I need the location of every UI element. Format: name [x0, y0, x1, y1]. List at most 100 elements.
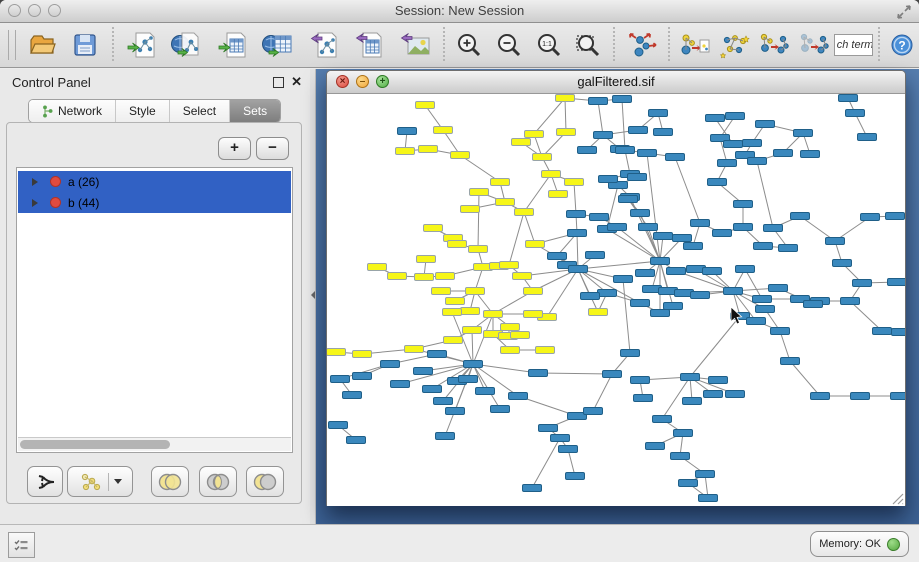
- graph-node[interactable]: [524, 288, 543, 295]
- graph-node[interactable]: [764, 225, 783, 232]
- graph-node[interactable]: [646, 443, 665, 450]
- graph-node[interactable]: [634, 395, 653, 402]
- graph-node[interactable]: [631, 210, 650, 217]
- zoom-out-button[interactable]: [489, 25, 529, 65]
- graph-node[interactable]: [839, 95, 858, 102]
- graph-node[interactable]: [396, 148, 415, 155]
- graph-node[interactable]: [858, 134, 877, 141]
- tab-select[interactable]: Select: [170, 100, 230, 122]
- graph-edge[interactable]: [623, 279, 630, 353]
- graph-node[interactable]: [331, 376, 350, 383]
- graph-node[interactable]: [801, 151, 820, 158]
- graph-edge[interactable]: [578, 261, 660, 269]
- graph-node[interactable]: [691, 292, 710, 299]
- fullscreen-icon[interactable]: [895, 3, 913, 21]
- graph-node[interactable]: [743, 140, 762, 147]
- graph-node[interactable]: [496, 199, 515, 206]
- graph-node[interactable]: [846, 110, 865, 117]
- graph-node[interactable]: [432, 288, 451, 295]
- graph-node[interactable]: [747, 318, 766, 325]
- apply-layout-button[interactable]: [620, 25, 664, 65]
- graph-node[interactable]: [631, 377, 650, 384]
- graph-node[interactable]: [443, 309, 462, 316]
- zoom-actual-size-button[interactable]: 1:1: [529, 25, 569, 65]
- graph-node[interactable]: [451, 152, 470, 159]
- graph-edge[interactable]: [568, 449, 575, 476]
- save-session-button[interactable]: [63, 25, 107, 65]
- graph-node[interactable]: [833, 260, 852, 267]
- graph-node[interactable]: [542, 171, 561, 178]
- graph-node[interactable]: [598, 290, 617, 297]
- graph-node[interactable]: [391, 381, 410, 388]
- network-view-window[interactable]: × – + galFiltered.sif: [326, 70, 906, 506]
- graph-node[interactable]: [681, 374, 700, 381]
- graph-edge[interactable]: [565, 98, 566, 132]
- graph-node[interactable]: [416, 102, 435, 109]
- graph-node[interactable]: [873, 328, 892, 335]
- graph-node[interactable]: [428, 351, 447, 358]
- graph-node[interactable]: [696, 471, 715, 478]
- graph-node[interactable]: [713, 230, 732, 237]
- graph-node[interactable]: [774, 150, 793, 157]
- graph-node[interactable]: [466, 288, 485, 295]
- new-network-from-selected-edges-button[interactable]: [794, 25, 834, 65]
- graph-node[interactable]: [619, 196, 638, 203]
- network-window-titlebar[interactable]: × – + galFiltered.sif: [327, 71, 905, 94]
- graph-node[interactable]: [523, 485, 542, 492]
- graph-node[interactable]: [756, 306, 775, 313]
- graph-node[interactable]: [388, 273, 407, 280]
- graph-node[interactable]: [599, 176, 618, 183]
- graph-node[interactable]: [327, 349, 346, 356]
- graph-edge[interactable]: [593, 374, 612, 411]
- graph-node[interactable]: [417, 256, 436, 263]
- graph-node[interactable]: [470, 189, 489, 196]
- graph-node[interactable]: [446, 408, 465, 415]
- expand-triangle-icon[interactable]: [32, 178, 38, 186]
- help-button[interactable]: ?: [885, 25, 919, 65]
- graph-node[interactable]: [469, 246, 488, 253]
- difference-sets-button[interactable]: [246, 466, 284, 497]
- graph-node[interactable]: [529, 370, 548, 377]
- graph-node[interactable]: [861, 214, 880, 221]
- network-graph[interactable]: [327, 94, 905, 506]
- graph-node[interactable]: [353, 373, 372, 380]
- graph-node[interactable]: [753, 296, 772, 303]
- graph-node[interactable]: [684, 243, 703, 250]
- float-panel-icon[interactable]: [273, 77, 284, 88]
- graph-edge[interactable]: [524, 174, 551, 212]
- memory-status[interactable]: Memory: OK: [810, 531, 909, 557]
- graph-node[interactable]: [621, 350, 640, 357]
- graph-node[interactable]: [771, 328, 790, 335]
- import-table-web-button[interactable]: [256, 25, 302, 65]
- graph-node[interactable]: [594, 132, 613, 139]
- graph-node[interactable]: [853, 280, 872, 287]
- new-network-from-selected-nodes-button[interactable]: [755, 25, 795, 65]
- graph-node[interactable]: [405, 346, 424, 353]
- graph-edge[interactable]: [509, 212, 524, 265]
- tab-network[interactable]: Network: [29, 100, 116, 122]
- graph-node[interactable]: [368, 264, 387, 271]
- set-operation-dropdown[interactable]: [67, 466, 133, 497]
- graph-node[interactable]: [589, 98, 608, 105]
- graph-node[interactable]: [500, 262, 519, 269]
- graph-node[interactable]: [781, 358, 800, 365]
- graph-node[interactable]: [567, 211, 586, 218]
- graph-node[interactable]: [414, 368, 433, 375]
- graph-edge[interactable]: [460, 155, 500, 182]
- task-history-button[interactable]: [8, 532, 35, 558]
- graph-node[interactable]: [724, 141, 743, 148]
- graph-node[interactable]: [419, 146, 438, 153]
- graph-edge[interactable]: [850, 301, 882, 331]
- remove-set-button[interactable]: −: [256, 137, 289, 160]
- graph-node[interactable]: [461, 206, 480, 213]
- graph-node[interactable]: [679, 480, 698, 487]
- import-network-web-button[interactable]: [165, 25, 211, 65]
- graph-node[interactable]: [446, 298, 465, 305]
- graph-node[interactable]: [578, 147, 597, 154]
- graph-node[interactable]: [512, 139, 531, 146]
- graph-node[interactable]: [631, 300, 650, 307]
- graph-edge[interactable]: [472, 330, 473, 364]
- graph-node[interactable]: [608, 224, 627, 231]
- graph-node[interactable]: [891, 393, 906, 400]
- graph-node[interactable]: [525, 131, 544, 138]
